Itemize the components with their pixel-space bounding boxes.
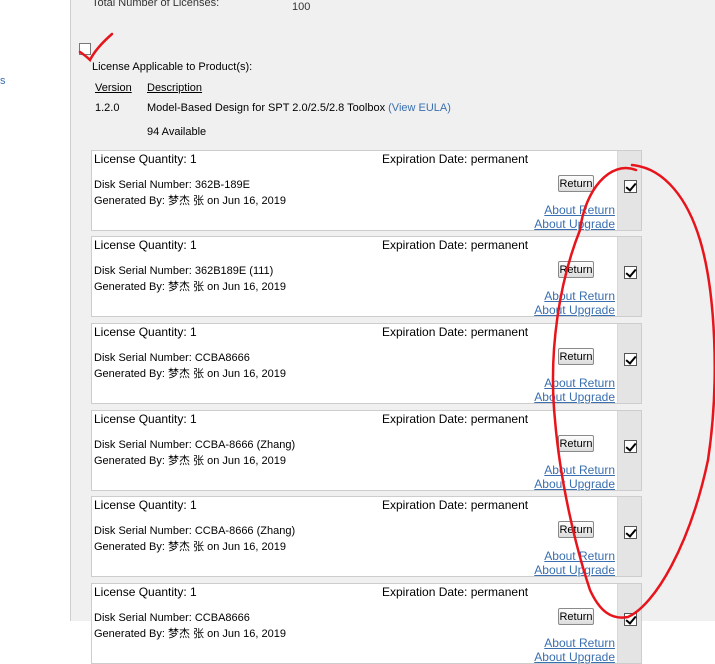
license-card: License Quantity: 1 Expiration Date: per…	[91, 583, 642, 664]
expiration-date: Expiration Date: permanent	[382, 498, 529, 512]
license-select-checkbox[interactable]	[624, 266, 637, 279]
generated-by: Generated By: 梦杰 张 on Jun 16, 2019	[94, 628, 287, 640]
license-card-body: License Quantity: 1 Expiration Date: per…	[92, 237, 618, 317]
license-card-body: License Quantity: 1 Expiration Date: per…	[92, 497, 618, 577]
product-description: Model-Based Design for SPT 2.0/2.5/2.8 T…	[147, 102, 451, 114]
applicable-products-label: License Applicable to Product(s):	[92, 61, 253, 73]
license-quantity: License Quantity: 1	[94, 152, 197, 166]
about-upgrade-link[interactable]: About Upgrade	[534, 390, 615, 404]
about-return-link[interactable]: About Return	[544, 549, 615, 563]
expiration-date: Expiration Date: permanent	[382, 585, 529, 599]
disk-serial-number: Disk Serial Number: CCBA-8666 (Zhang)	[94, 439, 296, 451]
left-pane: s	[0, 0, 70, 621]
about-upgrade-link[interactable]: About Upgrade	[534, 563, 615, 577]
expiration-date: Expiration Date: permanent	[382, 152, 529, 166]
about-return-link[interactable]: About Return	[544, 203, 615, 217]
return-button[interactable]: Return	[558, 608, 594, 625]
return-button[interactable]: Return	[558, 348, 594, 365]
total-licenses-label: Total Number of Licenses:	[92, 0, 220, 9]
license-card: License Quantity: 1 Expiration Date: per…	[91, 410, 642, 491]
expiration-date: Expiration Date: permanent	[382, 412, 529, 426]
generated-by: Generated By: 梦杰 张 on Jun 16, 2019	[94, 541, 287, 553]
about-return-link[interactable]: About Return	[544, 376, 615, 390]
disk-serial-number: Disk Serial Number: 362B189E (111)	[94, 265, 274, 277]
about-return-link[interactable]: About Return	[544, 289, 615, 303]
license-card-body: License Quantity: 1 Expiration Date: per…	[92, 411, 618, 491]
return-button[interactable]: Return	[558, 175, 594, 192]
about-return-link[interactable]: About Return	[544, 636, 615, 650]
generated-by: Generated By: 梦杰 张 on Jun 16, 2019	[94, 455, 287, 467]
return-button[interactable]: Return	[558, 435, 594, 452]
expiration-date: Expiration Date: permanent	[382, 238, 529, 252]
about-upgrade-link[interactable]: About Upgrade	[534, 650, 615, 664]
license-select-checkbox[interactable]	[624, 180, 637, 193]
license-quantity: License Quantity: 1	[94, 238, 197, 252]
available-count: 94 Available	[147, 126, 207, 138]
about-return-link[interactable]: About Return	[544, 463, 615, 477]
license-card: License Quantity: 1 Expiration Date: per…	[91, 236, 642, 317]
expiration-date: Expiration Date: permanent	[382, 325, 529, 339]
license-card: License Quantity: 1 Expiration Date: per…	[91, 150, 642, 231]
left-nav-fragment[interactable]: s	[0, 75, 6, 87]
disk-serial-number: Disk Serial Number: CCBA-8666 (Zhang)	[94, 525, 296, 537]
generated-by: Generated By: 梦杰 张 on Jun 16, 2019	[94, 368, 287, 380]
license-card-body: License Quantity: 1 Expiration Date: per…	[92, 584, 618, 664]
column-header-version: Version	[95, 82, 132, 94]
license-select-checkbox[interactable]	[624, 613, 637, 626]
total-licenses-value: 100	[292, 1, 311, 13]
license-select-checkbox[interactable]	[624, 353, 637, 366]
about-upgrade-link[interactable]: About Upgrade	[534, 217, 615, 231]
license-quantity: License Quantity: 1	[94, 585, 197, 599]
product-name: Model-Based Design for SPT 2.0/2.5/2.8 T…	[147, 102, 386, 114]
disk-serial-number: Disk Serial Number: CCBA8666	[94, 352, 250, 364]
license-quantity: License Quantity: 1	[94, 325, 197, 339]
license-select-checkbox[interactable]	[624, 526, 637, 539]
license-select-checkbox[interactable]	[624, 440, 637, 453]
license-card: License Quantity: 1 Expiration Date: per…	[91, 323, 642, 404]
disk-serial-number: Disk Serial Number: CCBA8666	[94, 612, 250, 624]
column-header-description: Description	[147, 82, 203, 94]
license-quantity: License Quantity: 1	[94, 498, 197, 512]
view-eula-link[interactable]: (View EULA)	[388, 102, 451, 114]
generated-by: Generated By: 梦杰 张 on Jun 16, 2019	[94, 281, 287, 293]
license-quantity: License Quantity: 1	[94, 412, 197, 426]
product-version: 1.2.0	[95, 102, 120, 114]
select-all-checkbox[interactable]	[79, 43, 91, 55]
license-card-body: License Quantity: 1 Expiration Date: per…	[92, 151, 618, 231]
return-button[interactable]: Return	[558, 521, 594, 538]
about-upgrade-link[interactable]: About Upgrade	[534, 303, 615, 317]
license-card-body: License Quantity: 1 Expiration Date: per…	[92, 324, 618, 404]
return-button[interactable]: Return	[558, 261, 594, 278]
license-card: License Quantity: 1 Expiration Date: per…	[91, 496, 642, 577]
generated-by: Generated By: 梦杰 张 on Jun 16, 2019	[94, 195, 287, 207]
license-details-pane: Total Number of Licenses: 100 License Ap…	[70, 0, 715, 664]
disk-serial-number: Disk Serial Number: 362B-189E	[94, 179, 250, 191]
about-upgrade-link[interactable]: About Upgrade	[534, 477, 615, 491]
